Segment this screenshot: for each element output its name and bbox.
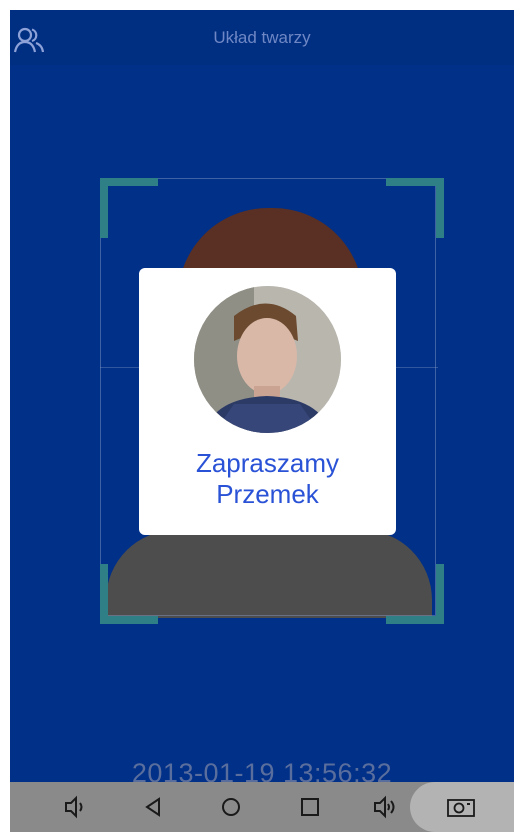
greeting-text: Zapraszamy (195, 448, 340, 478)
recents-icon[interactable] (297, 794, 323, 820)
camera-icon (446, 794, 476, 820)
home-icon[interactable] (218, 794, 244, 820)
welcome-message: Zapraszamy Przemek (139, 448, 396, 510)
volume-up-icon[interactable] (372, 794, 398, 820)
frame-corner-bottom-left (100, 564, 158, 624)
volume-down-icon[interactable] (61, 794, 87, 820)
frame-corner-top-right (386, 178, 444, 238)
navigation-bar (10, 782, 514, 832)
frame-corner-bottom-right (386, 564, 444, 624)
face-recognition-screen: Układ twarzy Zapraszamy Przemek 2013-01-… (10, 10, 514, 832)
page-title: Układ twarzy (213, 28, 311, 47)
user-name: Przemek (216, 479, 319, 509)
frame-corner-top-left (100, 178, 158, 238)
screenshot-button[interactable] (410, 782, 514, 832)
welcome-dialog: Zapraszamy Przemek (139, 268, 396, 535)
user-photo (194, 286, 341, 433)
back-icon[interactable] (141, 794, 167, 820)
top-bar: Układ twarzy (10, 10, 514, 65)
